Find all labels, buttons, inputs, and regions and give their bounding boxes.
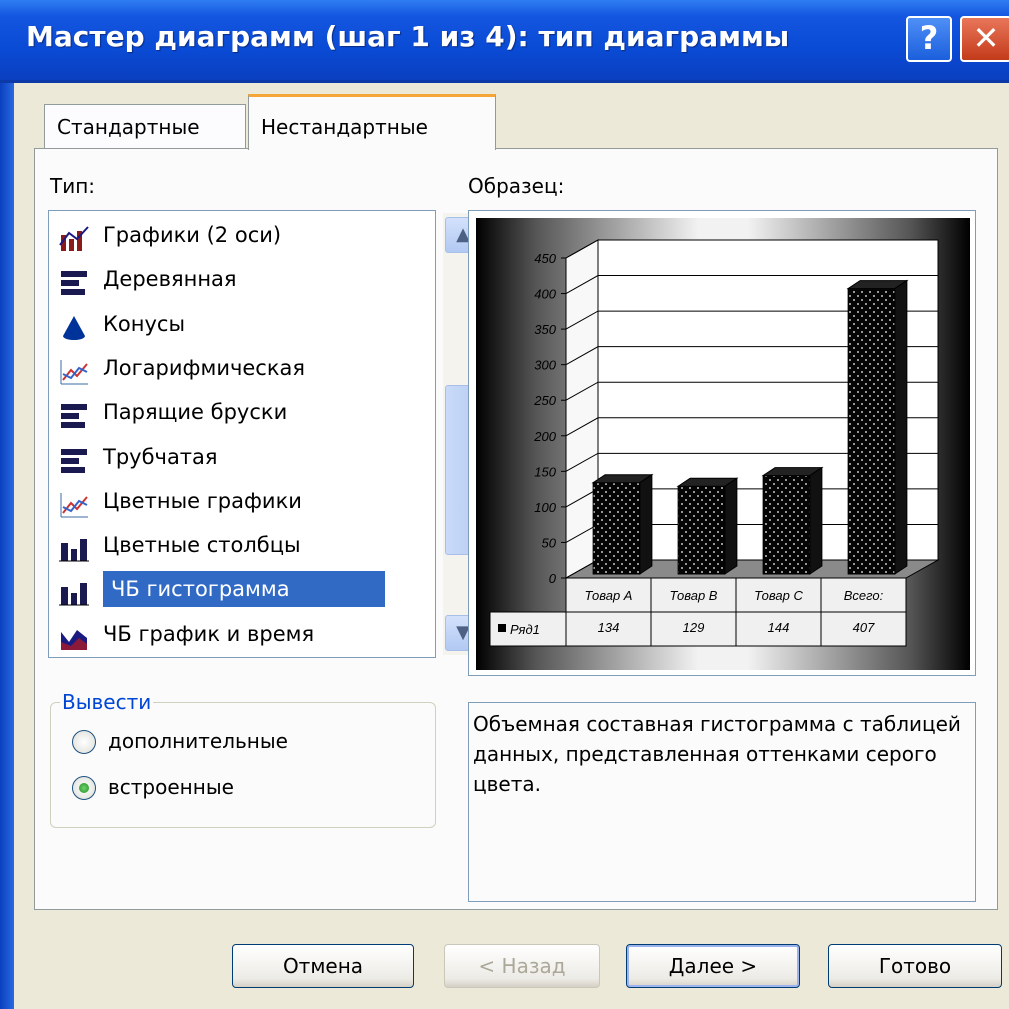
window-title: Мастер диаграмм (шаг 1 из 4): тип диагра… [26, 20, 790, 53]
tab-standard[interactable]: Стандартные [44, 104, 246, 148]
description-text: Объемная составная гистограмма с таблице… [468, 702, 976, 902]
list-item-label: ЧБ график и время [103, 621, 315, 646]
type-label: Тип: [50, 174, 96, 198]
list-item-chart-type[interactable]: Парящие бруски [53, 392, 391, 436]
title-bar[interactable]: Мастер диаграмм (шаг 1 из 4): тип диагра… [0, 0, 1009, 83]
radio-additional[interactable] [72, 730, 96, 754]
series-name-label: Ряд1 [510, 622, 540, 637]
bar-side [809, 466, 823, 575]
radio-embedded[interactable] [72, 776, 96, 800]
bar-front [677, 485, 726, 575]
data-value-label: 407 [853, 620, 875, 635]
line-chart-icon [59, 491, 89, 518]
data-value-label: 144 [768, 620, 790, 635]
list-item-label: ЧБ гистограмма [103, 571, 385, 608]
tab-custom[interactable]: Нестандартные [248, 94, 496, 150]
bar-icon [59, 447, 89, 473]
category-label: Товар B [670, 588, 718, 603]
line-chart-icon [59, 358, 89, 385]
y-tick-label: 200 [533, 429, 556, 444]
help-button[interactable]: ? [906, 16, 952, 62]
list-item-chart-type[interactable]: ЧБ гистограмма [53, 569, 391, 613]
next-button[interactable]: Далее > [626, 944, 800, 988]
column-icon [59, 579, 89, 606]
cancel-button[interactable]: Отмена [232, 944, 414, 988]
window-left-border [0, 0, 14, 1009]
bar-side [724, 477, 738, 575]
output-legend: Вывести [60, 690, 154, 714]
y-tick-label: 0 [549, 571, 557, 586]
list-item-chart-type[interactable]: Логарифмическая [53, 348, 391, 392]
list-item-label: Парящие бруски [103, 400, 288, 425]
bar-front [762, 475, 811, 575]
list-item-label: Графики (2 оси) [103, 223, 282, 247]
back-button[interactable]: < Назад [444, 944, 600, 988]
list-item-label: Цветные столбцы [103, 533, 301, 558]
radio-embedded-label[interactable]: встроенные [108, 775, 234, 799]
y-tick-label: 50 [542, 535, 557, 550]
y-tick-label: 100 [534, 500, 556, 515]
radio-additional-label[interactable]: дополнительные [108, 729, 288, 753]
list-item-chart-type[interactable]: ЧБ график и время [53, 614, 391, 658]
list-item-chart-type[interactable]: Цветные графики [53, 481, 391, 525]
list-item-chart-type[interactable]: Деревянная [53, 259, 391, 303]
list-item-chart-type[interactable]: Конусы [53, 304, 391, 348]
data-value-label: 134 [598, 620, 620, 635]
y-tick-label: 450 [534, 251, 556, 266]
bar-front [847, 288, 896, 575]
category-label: Товар C [754, 588, 803, 603]
list-item-label: Трубчатая [103, 444, 218, 469]
y-tick-label: 150 [534, 464, 556, 479]
close-button[interactable]: ✕ [960, 16, 1009, 62]
category-label: Товар A [585, 588, 633, 603]
sample-chart: 0 50 100 150 200 250 300 350 400 450 Товар A 134 Тов… [489, 239, 940, 647]
category-label: Всего: [844, 588, 884, 603]
chart-type-list[interactable]: Графики (2 оси) Деревянная Конусы Логарифми… [48, 210, 483, 658]
y-tick-label: 250 [533, 393, 556, 408]
list-item-label: Цветные графики [103, 488, 302, 513]
cone-icon [59, 314, 89, 340]
list-item-label: Логарифмическая [103, 355, 306, 380]
bar-front [592, 482, 641, 575]
list-item-chart-type[interactable]: Трубчатая [53, 437, 391, 481]
sample-label: Образец: [468, 174, 565, 198]
list-item-label: Конусы [103, 311, 186, 336]
bar-icon [59, 402, 89, 429]
finish-button[interactable]: Готово [828, 944, 1002, 988]
chart-line-2axes-icon [59, 225, 89, 251]
bar-side [894, 279, 908, 575]
output-groupbox [50, 702, 436, 828]
list-item-chart-type[interactable]: Графики (2 оси) [53, 215, 391, 259]
list-item-label: Деревянная [103, 267, 237, 292]
series-legend-key [498, 624, 506, 632]
bar-side [639, 473, 653, 575]
area-icon [59, 624, 89, 650]
column-icon [59, 535, 89, 562]
list-item-chart-type[interactable]: Цветные столбцы [53, 525, 391, 569]
y-tick-label: 400 [534, 287, 556, 302]
data-value-label: 129 [683, 620, 705, 635]
y-tick-label: 300 [534, 358, 556, 373]
bar-icon [59, 269, 89, 296]
y-tick-label: 350 [534, 322, 556, 337]
